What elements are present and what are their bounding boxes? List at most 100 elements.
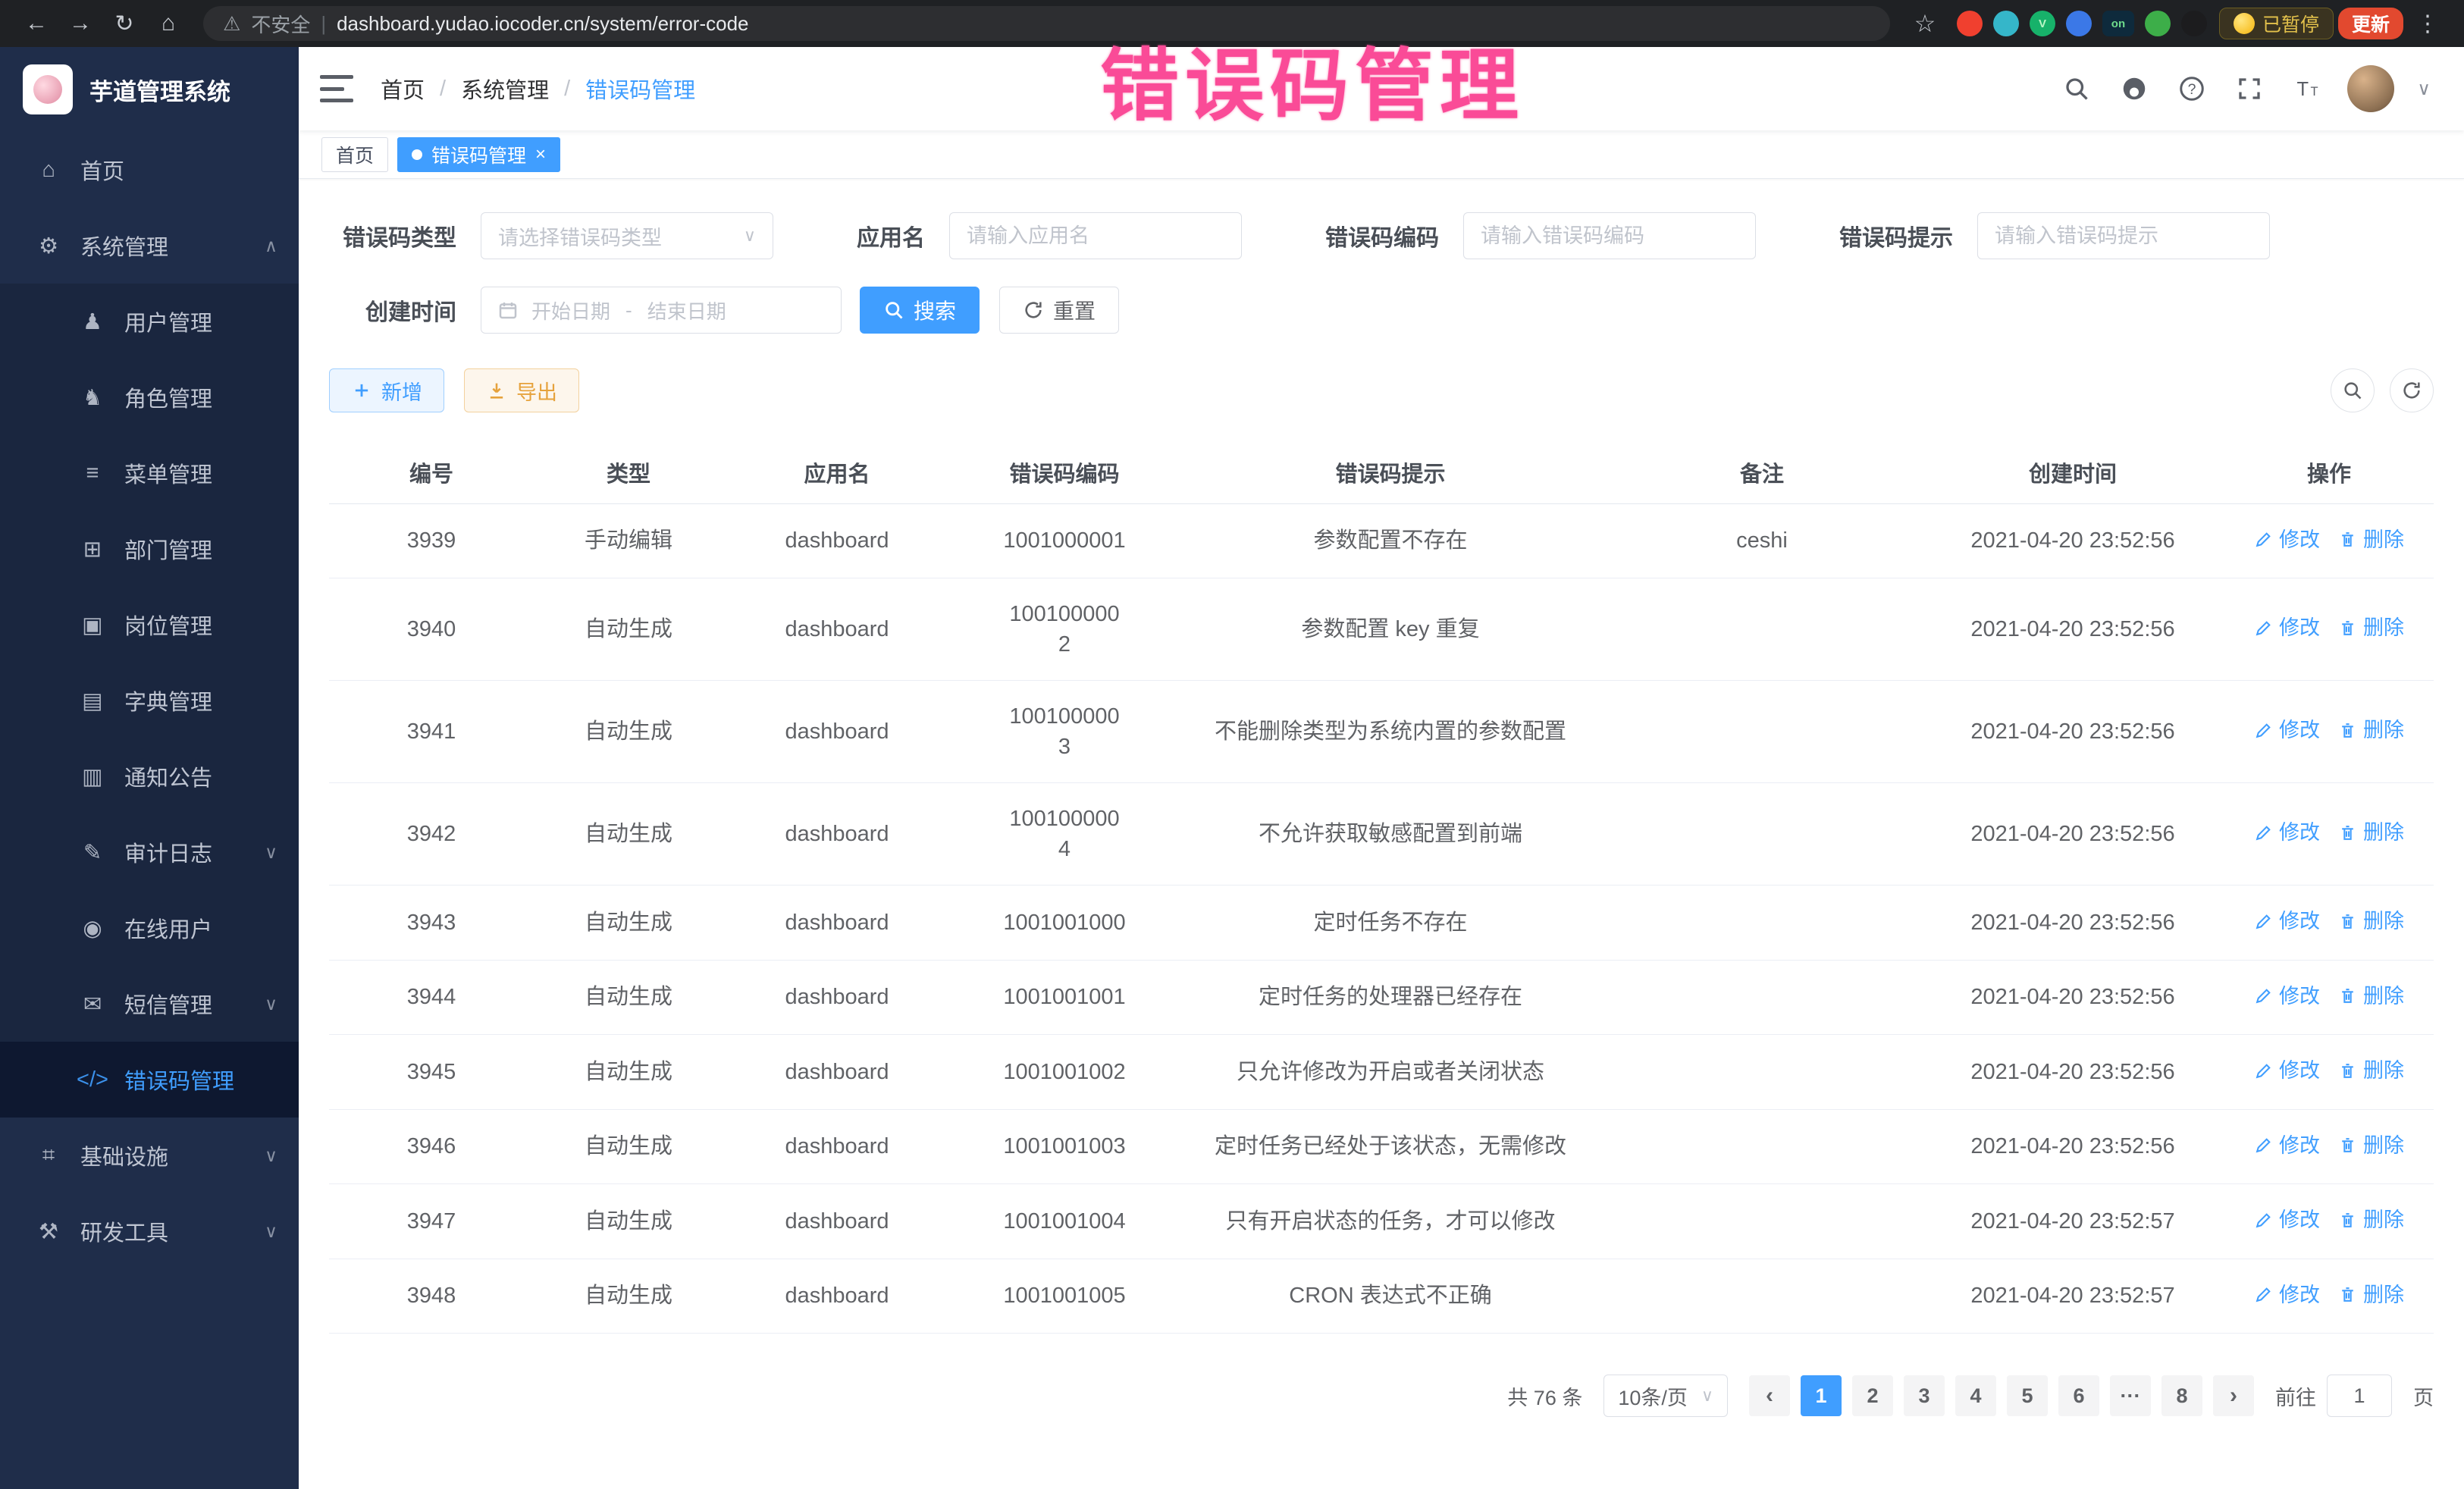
extension-red[interactable] xyxy=(1957,11,1983,36)
sidebar-item-devtools[interactable]: ⚒研发工具∨ xyxy=(0,1193,299,1269)
page-button-4[interactable]: 4 xyxy=(1955,1375,1996,1416)
page-button-5[interactable]: 5 xyxy=(2007,1375,2048,1416)
error-hint-input[interactable] xyxy=(1977,212,2270,259)
edit-link[interactable]: 修改 xyxy=(2254,715,2320,745)
close-icon[interactable]: × xyxy=(535,146,546,164)
refresh-button[interactable] xyxy=(2390,368,2434,412)
sidebar-item-system[interactable]: ⚙系统管理∧ xyxy=(0,208,299,284)
tab-首页[interactable]: 首页 xyxy=(321,137,388,172)
paused-chip[interactable]: 已暂停 xyxy=(2219,8,2334,39)
delete-label: 删除 xyxy=(2363,613,2404,643)
breadcrumb-item[interactable]: 系统管理 xyxy=(461,73,549,105)
delete-link[interactable]: 删除 xyxy=(2338,613,2404,643)
home-icon[interactable]: ⌂ xyxy=(149,4,188,43)
error-type-select[interactable]: 请选择错误码类型 ∨ xyxy=(481,212,773,259)
tab-错误码管理[interactable]: 错误码管理× xyxy=(397,137,560,172)
cell-app: dashboard xyxy=(723,886,951,961)
sidebar-item-menu[interactable]: ≡菜单管理 xyxy=(0,435,299,511)
edit-link[interactable]: 修改 xyxy=(2254,906,2320,936)
edit-link[interactable]: 修改 xyxy=(2254,981,2320,1011)
page-button-1[interactable]: 1 xyxy=(1801,1375,1842,1416)
hamburger-icon[interactable] xyxy=(320,75,353,102)
extension-green-v[interactable]: V xyxy=(2030,11,2055,36)
forward-icon[interactable]: → xyxy=(61,4,100,43)
goto-page-input[interactable] xyxy=(2327,1375,2392,1417)
extension-paw[interactable] xyxy=(2181,11,2207,36)
extension-green[interactable] xyxy=(2145,11,2171,36)
delete-link[interactable]: 删除 xyxy=(2338,715,2404,745)
search-toggle-button[interactable] xyxy=(2331,368,2375,412)
extension-blue-grid[interactable] xyxy=(2066,11,2092,36)
cell-actions: 修改删除 xyxy=(2224,886,2434,961)
page-button-8[interactable]: 8 xyxy=(2161,1375,2202,1416)
delete-link[interactable]: 删除 xyxy=(2338,1055,2404,1086)
sidebar-item-role[interactable]: ♞角色管理 xyxy=(0,359,299,435)
edit-link[interactable]: 修改 xyxy=(2254,1055,2320,1086)
edit-link[interactable]: 修改 xyxy=(2254,1130,2320,1161)
extension-teal[interactable] xyxy=(1993,11,2019,36)
edit-link[interactable]: 修改 xyxy=(2254,817,2320,848)
prev-page-button[interactable]: ‹ xyxy=(1749,1375,1790,1416)
search-button[interactable]: 搜索 xyxy=(860,287,980,334)
delete-link[interactable]: 删除 xyxy=(2338,906,2404,936)
edit-link[interactable]: 修改 xyxy=(2254,1280,2320,1310)
sidebar-item-home[interactable]: ⌂首页 xyxy=(0,132,299,208)
column-header: 操作 xyxy=(2224,441,2434,503)
fullscreen-icon[interactable] xyxy=(2232,71,2267,106)
cell-app: dashboard xyxy=(723,578,951,681)
delete-link[interactable]: 删除 xyxy=(2338,1205,2404,1235)
breadcrumb-item[interactable]: 首页 xyxy=(381,73,425,105)
sidebar-item-post[interactable]: ▣岗位管理 xyxy=(0,587,299,663)
update-button[interactable]: 更新 xyxy=(2338,8,2403,39)
reset-button[interactable]: 重置 xyxy=(999,287,1119,334)
reload-icon[interactable]: ↻ xyxy=(105,4,144,43)
edit-link[interactable]: 修改 xyxy=(2254,525,2320,555)
page-button-3[interactable]: 3 xyxy=(1904,1375,1945,1416)
back-icon[interactable]: ← xyxy=(17,4,56,43)
export-button[interactable]: 导出 xyxy=(464,368,579,412)
delete-link[interactable]: 删除 xyxy=(2338,981,2404,1011)
next-page-button[interactable]: › xyxy=(2213,1375,2254,1416)
breadcrumb-item[interactable]: 错误码管理 xyxy=(585,73,695,105)
app-name-input[interactable] xyxy=(949,212,1242,259)
chevron-down-icon[interactable]: ∨ xyxy=(2417,78,2431,100)
delete-link[interactable]: 删除 xyxy=(2338,1280,2404,1310)
app-name-label: 应用名 xyxy=(857,219,949,252)
sidebar-item-sms[interactable]: ✉短信管理∨ xyxy=(0,966,299,1042)
font-size-icon[interactable]: TT xyxy=(2290,71,2324,106)
search-icon[interactable] xyxy=(2059,71,2094,106)
edit-link[interactable]: 修改 xyxy=(2254,1205,2320,1235)
page-button-2[interactable]: 2 xyxy=(1852,1375,1893,1416)
add-button[interactable]: 新增 xyxy=(329,368,444,412)
date-range-picker[interactable]: 开始日期 - 结束日期 xyxy=(481,287,842,334)
sidebar-item-label: 字典管理 xyxy=(124,685,212,716)
delete-link[interactable]: 删除 xyxy=(2338,1130,2404,1161)
bookmark-star-icon[interactable]: ☆ xyxy=(1905,4,1945,43)
sidebar-item-notice[interactable]: ▥通知公告 xyxy=(0,738,299,814)
avatar[interactable] xyxy=(2347,65,2394,112)
logo-row[interactable]: 芋道管理系统 xyxy=(0,47,299,132)
help-icon[interactable]: ? xyxy=(2174,71,2209,106)
extension-dark-on[interactable]: on xyxy=(2102,11,2134,36)
sidebar-item-dept[interactable]: ⊞部门管理 xyxy=(0,511,299,587)
edit-link[interactable]: 修改 xyxy=(2254,613,2320,643)
sidebar-item-infra[interactable]: ⌗基础设施∨ xyxy=(0,1118,299,1193)
sidebar-item-online-user[interactable]: ◉在线用户 xyxy=(0,890,299,966)
page-button-6[interactable]: 6 xyxy=(2058,1375,2099,1416)
delete-link[interactable]: 删除 xyxy=(2338,817,2404,848)
sidebar-item-error-code[interactable]: </>错误码管理 xyxy=(0,1042,299,1118)
pagination-ellipsis[interactable]: ··· xyxy=(2110,1375,2151,1416)
sidebar-item-dict[interactable]: ▤字典管理 xyxy=(0,663,299,738)
chrome-menu-icon[interactable]: ⋮ xyxy=(2408,4,2447,43)
github-icon[interactable] xyxy=(2117,71,2152,106)
breadcrumb: 首页/系统管理/错误码管理 xyxy=(381,73,695,105)
extensions: Von xyxy=(1957,11,2207,36)
sidebar-item-user[interactable]: ♟用户管理 xyxy=(0,284,299,359)
search-button-label: 搜索 xyxy=(914,295,956,325)
page-size-select[interactable]: 10条/页 ∨ xyxy=(1603,1375,1728,1417)
delete-link[interactable]: 删除 xyxy=(2338,525,2404,555)
address-bar[interactable]: ⚠ 不安全 | dashboard.yudao.iocoder.cn/syste… xyxy=(203,6,1890,41)
error-code-input[interactable] xyxy=(1463,212,1756,259)
sidebar-item-audit-log[interactable]: ✎审计日志∨ xyxy=(0,814,299,890)
sidebar-item-label: 审计日志 xyxy=(124,836,212,868)
